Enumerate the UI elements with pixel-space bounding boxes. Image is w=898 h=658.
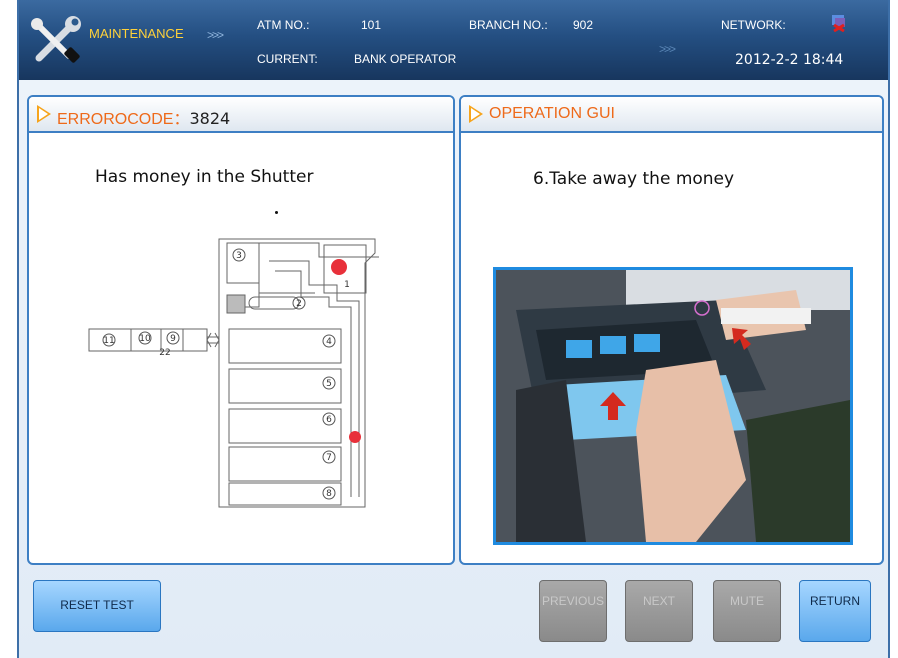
svg-text:11: 11 bbox=[103, 336, 114, 346]
atm-no-value: 101 bbox=[361, 18, 382, 32]
mode-label: MAINTENANCE bbox=[89, 26, 184, 41]
error-marker bbox=[331, 259, 347, 275]
svg-text:8: 8 bbox=[326, 489, 332, 499]
dot-mark bbox=[275, 211, 278, 214]
operation-photo bbox=[493, 267, 853, 545]
svg-text:7: 7 bbox=[326, 453, 332, 463]
cassette-7 bbox=[228, 446, 342, 482]
cassette-6 bbox=[228, 408, 342, 444]
chevron-decoration-icon: >>> bbox=[207, 28, 224, 42]
operation-gui-panel: OPERATION GUI 6.Take away the money bbox=[459, 95, 884, 565]
chevron-decoration-icon: >>> bbox=[659, 42, 676, 56]
cassette-4 bbox=[228, 328, 342, 364]
current-label: CURRENT: bbox=[257, 52, 318, 66]
operation-instruction: 6.Take away the money bbox=[533, 169, 735, 189]
header-bar: MAINTENANCE >>> ATM NO.: 101 BRANCH NO.:… bbox=[19, 0, 888, 80]
hands-removing-money-image bbox=[496, 270, 850, 542]
svg-text:5: 5 bbox=[326, 379, 332, 389]
operation-gui-title: OPERATION GUI bbox=[489, 105, 615, 122]
next-button[interactable]: NEXT bbox=[625, 580, 693, 642]
branch-no-value: 902 bbox=[573, 18, 594, 32]
error-marker bbox=[349, 431, 361, 443]
current-user-value: BANK OPERATOR bbox=[354, 52, 457, 66]
svg-text:10: 10 bbox=[139, 334, 151, 344]
svg-text:4: 4 bbox=[326, 337, 332, 347]
svg-text:9: 9 bbox=[170, 334, 176, 344]
error-code-panel: ERROROCODE：3824 Has money in the Shutter bbox=[27, 95, 455, 565]
reset-test-button[interactable]: RESET TEST bbox=[33, 580, 161, 632]
error-panel-header: ERROROCODE：3824 bbox=[29, 97, 453, 133]
error-message: Has money in the Shutter bbox=[95, 167, 314, 187]
play-arrow-icon bbox=[37, 105, 51, 123]
error-code-title: ERROROCODE：3824 bbox=[57, 109, 231, 128]
return-button[interactable]: RETURN bbox=[799, 580, 871, 642]
atm-mechanism-diagram: 3 2 1 4 5 6 7 8 11 10 9 22 bbox=[88, 238, 379, 508]
date-time: 2012-2-2 18:44 bbox=[735, 52, 844, 68]
svg-text:3: 3 bbox=[236, 251, 242, 261]
operation-panel-header: OPERATION GUI bbox=[461, 97, 882, 133]
svg-text:6: 6 bbox=[326, 415, 332, 425]
atm-no-label: ATM NO.: bbox=[257, 18, 310, 32]
svg-text:2: 2 bbox=[296, 299, 302, 309]
svg-text:1: 1 bbox=[344, 280, 350, 290]
previous-button[interactable]: PREVIOUS bbox=[539, 580, 607, 642]
network-label: NETWORK: bbox=[721, 18, 786, 32]
maintenance-tools-icon bbox=[31, 16, 81, 63]
atm-maintenance-screen: MAINTENANCE >>> ATM NO.: 101 BRANCH NO.:… bbox=[17, 0, 890, 658]
svg-text:22: 22 bbox=[159, 348, 170, 358]
error-code-value: 3824 bbox=[189, 109, 231, 128]
module-3 bbox=[226, 242, 260, 284]
mute-button[interactable]: MUTE bbox=[713, 580, 781, 642]
cassette-8 bbox=[228, 482, 342, 506]
branch-no-label: BRANCH NO.: bbox=[469, 18, 548, 32]
play-arrow-icon bbox=[469, 105, 483, 123]
network-status-icon bbox=[832, 15, 845, 32]
